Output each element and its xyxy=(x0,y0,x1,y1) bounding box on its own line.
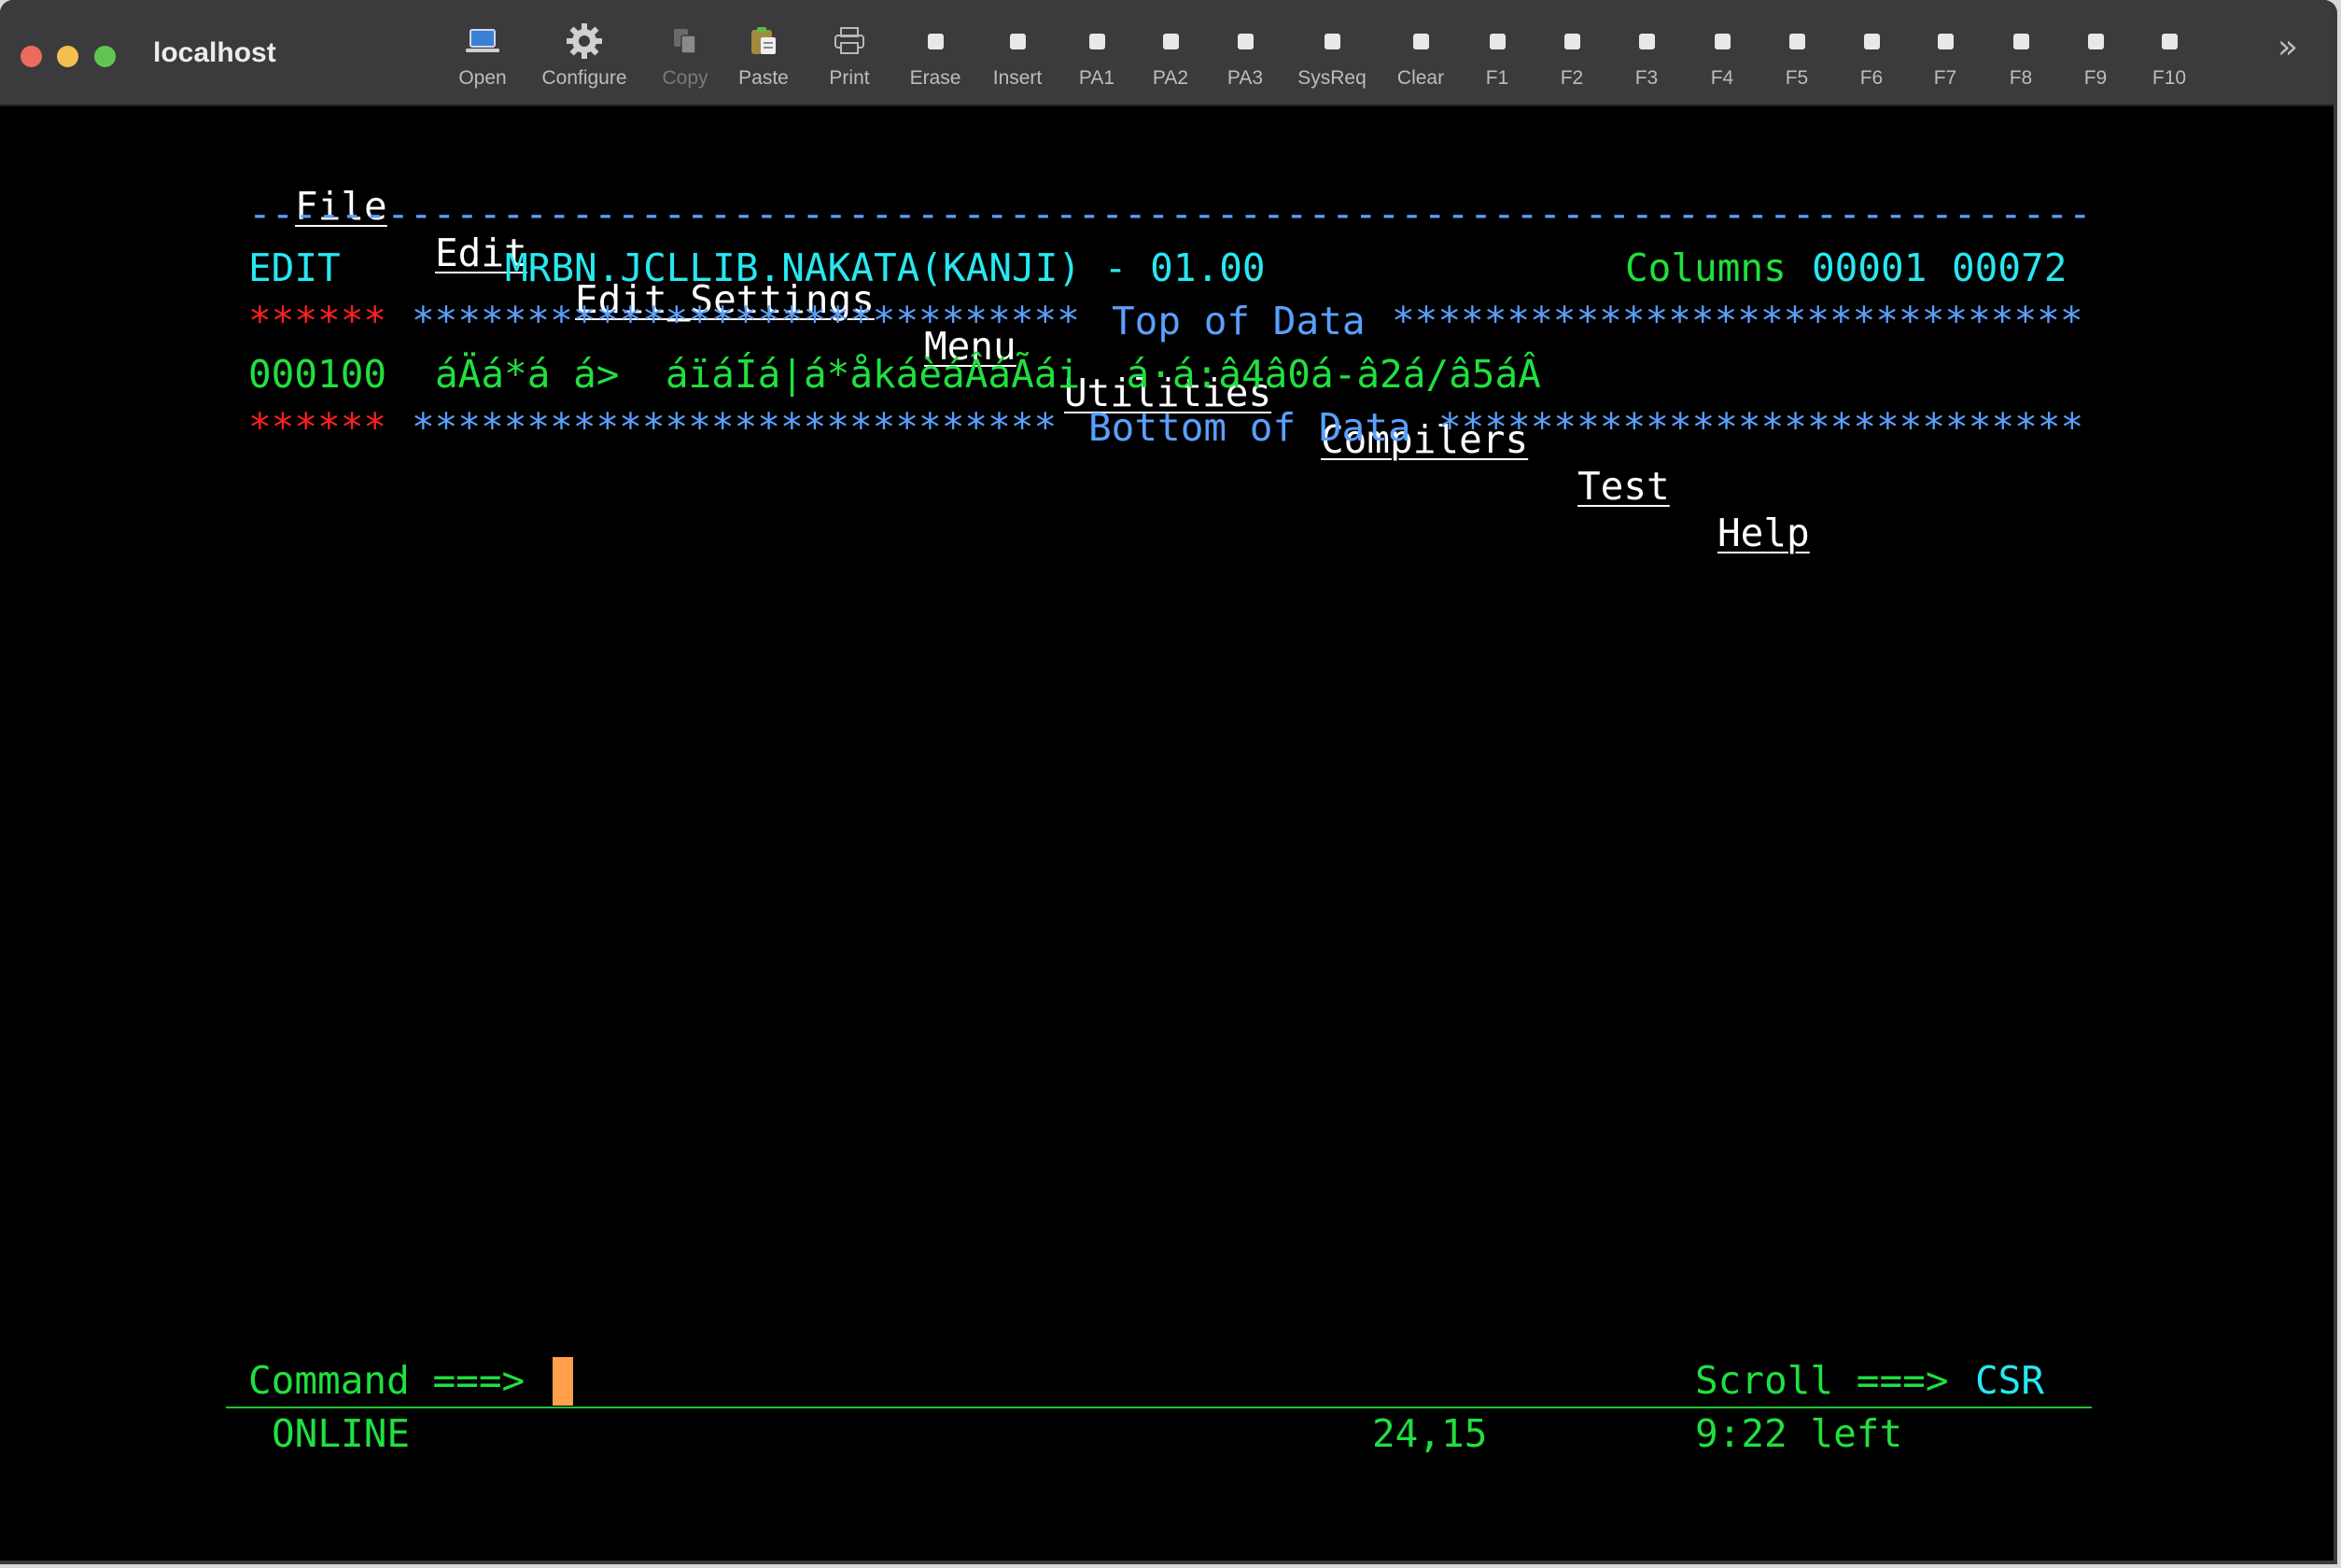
f10-label: F10 xyxy=(2152,67,2187,89)
sysreq-key-icon xyxy=(1311,21,1353,62)
menu-help[interactable]: Help xyxy=(1717,510,1810,556)
menu-test[interactable]: Test xyxy=(1577,463,1670,510)
cursor-position: 24,15 xyxy=(1372,1411,1488,1456)
insert-label: Insert xyxy=(992,67,1043,89)
f3-key-icon xyxy=(1626,21,1667,62)
copy-label: Copy xyxy=(662,67,708,89)
line-number[interactable]: 000100 xyxy=(248,351,386,398)
scroll-value[interactable]: CSR xyxy=(1975,1357,2044,1404)
f8-label: F8 xyxy=(2009,67,2033,89)
f1-key-icon xyxy=(1477,21,1518,62)
f10-key-icon xyxy=(2149,21,2190,62)
pa1-label: PA1 xyxy=(1078,67,1115,89)
command-label: Command ===> xyxy=(248,1358,526,1403)
time-left: 9:22 left xyxy=(1695,1411,1903,1456)
bottom-marker-stars-left: **************************** xyxy=(412,405,1058,450)
pa3-key-icon xyxy=(1225,21,1266,62)
bottom-marker-prefix: ****** xyxy=(248,405,387,450)
pa3-label: PA3 xyxy=(1227,67,1264,89)
terminal-screen[interactable]: File Edit Edit_Settings Menu Utilities C… xyxy=(0,106,2334,1561)
status-separator xyxy=(226,1407,2092,1408)
bottom-of-data-label: Bottom of Data xyxy=(1088,405,1411,450)
columns-start: 00001 xyxy=(1812,245,1927,290)
copy-icon xyxy=(665,21,706,62)
scroll-label: Scroll ===> xyxy=(1695,1358,1949,1403)
close-window-button[interactable] xyxy=(21,46,42,67)
open-button[interactable]: Open xyxy=(438,21,527,101)
menu-separator: ----------------------------------------… xyxy=(248,191,2092,236)
configure-label: Configure xyxy=(541,67,627,89)
clear-label: Clear xyxy=(1396,67,1445,89)
f7-label: F7 xyxy=(1933,67,1957,89)
status-online: ONLINE xyxy=(272,1411,411,1456)
columns-end: 00072 xyxy=(1952,245,2068,290)
terminal-window: localhost Open Configure Copy Paste Print Era… xyxy=(0,0,2337,1564)
f10-button[interactable]: F10 xyxy=(2124,21,2214,101)
line-content[interactable]: áÄá*á á> áïáÍá|á*åkáèáÂáÃái á·á:â4â0á-â2… xyxy=(435,351,1541,398)
f5-label: F5 xyxy=(1785,67,1809,89)
f8-key-icon xyxy=(2000,21,2041,62)
copy-button[interactable]: Copy xyxy=(640,21,730,101)
f9-key-icon xyxy=(2075,21,2116,62)
top-marker-prefix: ****** xyxy=(248,299,387,343)
columns-label: Columns xyxy=(1625,245,1787,290)
f5-key-icon xyxy=(1776,21,1817,62)
f4-key-icon xyxy=(1702,21,1743,62)
top-marker-stars-left: ***************************** xyxy=(412,299,1080,343)
f3-label: F3 xyxy=(1634,67,1659,89)
laptop-icon xyxy=(462,21,503,62)
paste-label: Paste xyxy=(738,67,789,89)
pa3-button[interactable]: PA3 xyxy=(1200,21,1290,101)
minimize-window-button[interactable] xyxy=(57,46,78,67)
erase-key-icon xyxy=(915,21,956,62)
paste-icon xyxy=(743,21,784,62)
gear-icon xyxy=(564,21,605,62)
edit-mode-label: EDIT xyxy=(248,245,341,290)
window-title: localhost xyxy=(153,37,276,68)
clear-key-icon xyxy=(1400,21,1441,62)
menu-bar: File Edit Edit_Settings Menu Utilities C… xyxy=(0,136,1810,603)
pa2-key-icon xyxy=(1150,21,1191,62)
dataset-name: MRBN.JCLLIB.NAKATA(KANJI) - 01.00 xyxy=(505,245,1266,290)
print-button[interactable]: Print xyxy=(805,21,894,101)
f2-key-icon xyxy=(1551,21,1592,62)
erase-label: Erase xyxy=(909,67,961,89)
text-cursor xyxy=(553,1357,573,1406)
f6-label: F6 xyxy=(1859,67,1884,89)
printer-icon xyxy=(829,21,870,62)
f6-key-icon xyxy=(1851,21,1892,62)
insert-key-icon xyxy=(997,21,1038,62)
f2-label: F2 xyxy=(1560,67,1584,89)
title-bar: localhost Open Configure Copy Paste Print Era… xyxy=(0,0,2334,106)
pa2-label: PA2 xyxy=(1152,67,1189,89)
zoom-window-button[interactable] xyxy=(94,46,116,67)
print-label: Print xyxy=(829,67,870,89)
f4-label: F4 xyxy=(1710,67,1734,89)
sysreq-button[interactable]: SysReq xyxy=(1287,21,1377,101)
open-label: Open xyxy=(458,67,507,89)
sysreq-label: SysReq xyxy=(1297,67,1367,89)
top-marker-stars-right: ****************************** xyxy=(1392,299,2083,343)
insert-button[interactable]: Insert xyxy=(973,21,1062,101)
f1-label: F1 xyxy=(1485,67,1509,89)
f7-key-icon xyxy=(1925,21,1966,62)
erase-button[interactable]: Erase xyxy=(890,21,980,101)
bottom-marker-stars-right: **************************** xyxy=(1438,405,2084,450)
chevron-double-right-icon[interactable]: » xyxy=(2278,28,2298,66)
configure-button[interactable]: Configure xyxy=(540,21,629,101)
top-of-data-label: Top of Data xyxy=(1112,299,1366,343)
pa1-key-icon xyxy=(1076,21,1117,62)
f9-label: F9 xyxy=(2083,67,2108,89)
paste-button[interactable]: Paste xyxy=(719,21,808,101)
